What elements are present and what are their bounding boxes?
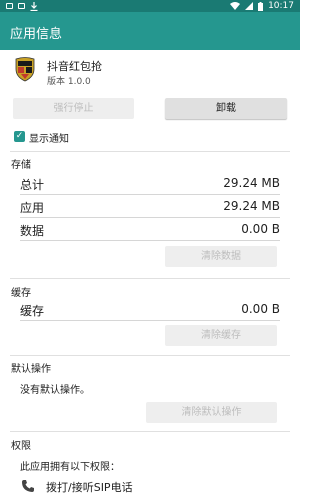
download-icon (30, 1, 38, 11)
cache-section-title: 缓存 (11, 288, 31, 299)
permissions-intro-text: 此应用拥有以下权限： (20, 462, 120, 473)
cache-value: 0.00 B (241, 302, 280, 316)
show-notifications-label: 显示通知 (29, 134, 69, 145)
force-stop-button[interactable]: 强行停止 (13, 98, 134, 119)
storage-total-label: 总计 (20, 178, 45, 192)
storage-data-label: 数据 (20, 224, 45, 238)
section-divider (10, 355, 290, 356)
defaults-text: 没有默认操作。 (20, 385, 90, 396)
row-divider (20, 320, 280, 321)
defaults-section-title: 默认操作 (11, 364, 51, 375)
cache-label: 缓存 (20, 304, 45, 318)
row-divider (20, 217, 280, 218)
uninstall-button[interactable]: 卸载 (165, 98, 287, 119)
permission-item-label: 拨打/接听SIP电话 (46, 481, 133, 494)
status-bar-notifications (6, 0, 38, 12)
notification-app-icon (18, 3, 25, 9)
storage-total-value: 29.24 MB (223, 176, 280, 190)
section-divider (10, 151, 290, 152)
app-name: 抖音红包抢 (47, 60, 102, 73)
clear-data-button[interactable]: 清除数据 (165, 246, 277, 267)
battery-icon (258, 1, 264, 11)
status-bar-system: 10:17 (230, 0, 294, 12)
app-header: 抖音红包抢 版本 1.0.0 (0, 50, 300, 90)
clear-cache-button[interactable]: 清除缓存 (165, 325, 277, 346)
section-divider (10, 431, 290, 432)
notification-app-icon (6, 3, 13, 9)
storage-app-label: 应用 (20, 201, 45, 215)
signal-icon (245, 2, 254, 10)
storage-data-value: 0.00 B (241, 222, 280, 236)
row-divider (20, 194, 280, 195)
status-bar: 10:17 (0, 0, 300, 12)
page-title: 应用信息 (10, 27, 63, 42)
app-bar: 应用信息 (0, 12, 300, 50)
storage-app-value: 29.24 MB (223, 199, 280, 213)
app-version: 版本 1.0.0 (47, 77, 91, 87)
row-divider (20, 240, 280, 241)
show-notifications-checkbox[interactable]: ✓ (14, 131, 25, 142)
phone-icon (21, 478, 35, 492)
app-logo-icon (12, 56, 38, 82)
section-divider (10, 278, 290, 279)
status-time: 10:17 (268, 1, 294, 11)
wifi-icon (230, 2, 241, 10)
storage-section-title: 存储 (11, 160, 31, 171)
clear-defaults-button[interactable]: 清除默认操作 (146, 402, 277, 423)
permissions-section-title: 权限 (11, 441, 31, 452)
